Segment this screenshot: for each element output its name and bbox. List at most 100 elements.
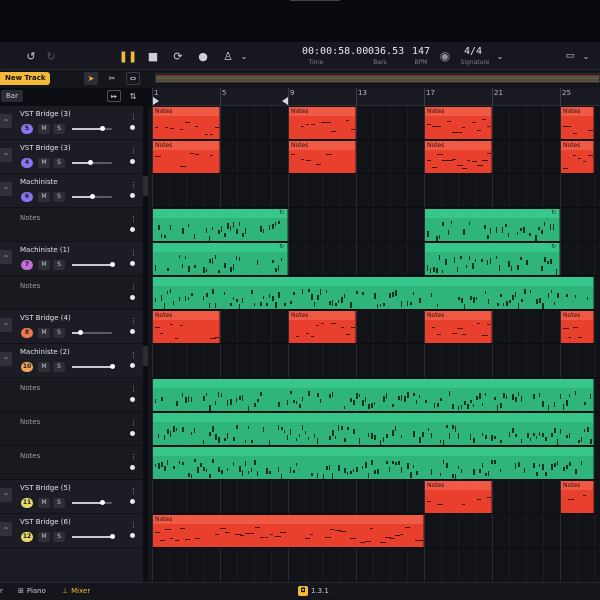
clip-header[interactable] xyxy=(153,413,593,422)
track-sub-header[interactable]: Notes ⋮ xyxy=(0,378,143,412)
track-header[interactable]: ~ VST Bridge (6) 12 M S ⋮ xyxy=(0,514,143,548)
track-sub-header[interactable]: Notes ⋮ xyxy=(0,446,143,480)
clip-red[interactable]: Notes xyxy=(289,311,356,343)
mute-button[interactable]: M xyxy=(38,192,50,202)
track-name[interactable]: VST Bridge (3) xyxy=(20,110,71,118)
track-lane[interactable] xyxy=(152,480,600,514)
bpm-display[interactable]: 147 xyxy=(408,46,434,57)
solo-button[interactable]: S xyxy=(53,532,65,542)
clip-red[interactable]: Notes xyxy=(425,107,492,139)
track-menu-icon[interactable]: ⋮ xyxy=(130,487,137,495)
solo-button[interactable]: S xyxy=(53,158,65,168)
clip-red[interactable]: Notes xyxy=(425,311,492,343)
track-menu-icon[interactable]: ⋮ xyxy=(130,419,137,427)
mute-button[interactable]: M xyxy=(38,498,50,508)
volume-slider[interactable] xyxy=(72,160,112,165)
automation-icon[interactable]: ⇅ xyxy=(126,90,140,102)
track-record-arm-icon[interactable] xyxy=(130,431,135,436)
clip-red[interactable]: Notes xyxy=(153,141,220,173)
solo-button[interactable]: S xyxy=(53,328,65,338)
status-item-mixer[interactable]: ⊥ Mixer xyxy=(62,587,90,595)
track-lane[interactable] xyxy=(152,344,600,378)
record-icon[interactable]: ● xyxy=(195,47,211,65)
clip-header[interactable] xyxy=(153,243,287,252)
volume-slider-knob[interactable] xyxy=(100,500,105,505)
solo-button[interactable]: S xyxy=(53,362,65,372)
track-menu-icon[interactable]: ⋮ xyxy=(130,453,137,461)
clip-header[interactable] xyxy=(153,209,287,218)
track-record-arm-icon[interactable] xyxy=(130,227,135,232)
clip-red[interactable]: Notes xyxy=(561,481,594,513)
track-header[interactable]: ~ VST Bridge (3) 5 M S ⋮ xyxy=(0,106,143,140)
snap-bar-button[interactable]: Bar xyxy=(1,90,23,102)
clip-red[interactable]: Notes xyxy=(289,107,356,139)
clip-header[interactable] xyxy=(153,277,593,286)
track-record-arm-icon[interactable] xyxy=(130,193,135,198)
loop-icon[interactable]: ⟳ xyxy=(170,47,186,65)
clip-green[interactable]: ↻ xyxy=(153,243,288,275)
volume-slider[interactable] xyxy=(72,364,115,369)
scissors-icon[interactable]: ✂ xyxy=(105,72,119,85)
clip-green[interactable] xyxy=(153,379,594,411)
volume-slider-knob[interactable] xyxy=(90,194,95,199)
arrangement-lanes[interactable]: Notes Notes Notes Notes Notes Notes Notes Notes… xyxy=(152,106,600,582)
volume-slider-knob[interactable] xyxy=(110,262,115,267)
clip-header[interactable] xyxy=(153,447,593,456)
track-record-arm-icon[interactable] xyxy=(130,533,135,538)
mute-button[interactable]: M xyxy=(38,532,50,542)
stretch-icon[interactable]: ⇔ xyxy=(126,72,140,85)
clip-green[interactable]: ↻ xyxy=(153,209,288,241)
track-menu-icon[interactable]: ⋮ xyxy=(130,249,137,257)
time-display[interactable]: 00:00:58.00 xyxy=(302,46,368,57)
track-record-arm-icon[interactable] xyxy=(130,465,135,470)
track-menu-icon[interactable]: ⋮ xyxy=(130,317,137,325)
chevron-down-icon[interactable]: ⌄ xyxy=(238,47,250,65)
clip-green[interactable] xyxy=(153,447,594,479)
clip-red[interactable]: Notes xyxy=(561,311,594,343)
track-record-arm-icon[interactable] xyxy=(130,159,135,164)
track-menu-icon[interactable]: ⋮ xyxy=(130,181,137,189)
track-lane[interactable] xyxy=(152,174,600,208)
stop-icon[interactable]: ■ xyxy=(145,47,161,65)
follow-icon[interactable]: ▸▸ xyxy=(107,90,121,102)
new-track-button[interactable]: New Track xyxy=(0,72,50,85)
solo-button[interactable]: S xyxy=(53,192,65,202)
track-name[interactable]: VST Bridge (6) xyxy=(20,518,71,526)
clip-red[interactable]: Notes xyxy=(153,515,424,547)
clip-red[interactable]: Notes xyxy=(289,141,356,173)
track-menu-icon[interactable]: ⋮ xyxy=(130,113,137,121)
track-record-arm-icon[interactable] xyxy=(130,499,135,504)
volume-slider-knob[interactable] xyxy=(88,160,93,165)
track-record-arm-icon[interactable] xyxy=(130,397,135,402)
clip-green[interactable]: ↻ xyxy=(425,209,560,241)
solo-button[interactable]: S xyxy=(53,124,65,134)
chevron-down-icon[interactable]: ⌄ xyxy=(580,47,592,65)
track-menu-icon[interactable]: ⋮ xyxy=(130,521,137,529)
clip-red[interactable]: Notes xyxy=(153,107,220,139)
track-header[interactable]: ~ VST Bridge (5) 11 M S ⋮ xyxy=(0,480,143,514)
volume-slider-knob[interactable] xyxy=(110,534,115,539)
track-name[interactable]: Machiniste (2) xyxy=(20,348,70,356)
clip-header[interactable] xyxy=(153,379,593,388)
loop-start-marker[interactable] xyxy=(153,97,159,105)
chevron-down-icon[interactable]: ⌄ xyxy=(494,47,506,65)
mute-button[interactable]: M xyxy=(38,328,50,338)
clip-red[interactable]: Notes xyxy=(153,311,220,343)
clip-red[interactable]: Notes xyxy=(561,141,594,173)
track-sub-header[interactable]: Notes ⋮ xyxy=(0,276,143,310)
timeline-ruler[interactable]: 1 5 9 13 17 21 25 xyxy=(152,88,600,106)
track-header[interactable]: ~ Machiniste 6 M S ⋮ xyxy=(0,174,143,208)
volume-slider-knob[interactable] xyxy=(110,364,115,369)
clip-green[interactable] xyxy=(153,277,594,309)
clip-green[interactable]: ↻ xyxy=(425,243,560,275)
clip-header[interactable] xyxy=(425,209,559,218)
track-name[interactable]: Machiniste xyxy=(20,178,58,186)
track-record-arm-icon[interactable] xyxy=(130,329,135,334)
pause-icon[interactable]: ❚❚ xyxy=(119,47,137,65)
mute-button[interactable]: M xyxy=(38,124,50,134)
track-record-arm-icon[interactable] xyxy=(130,363,135,368)
volume-slider[interactable] xyxy=(72,330,112,335)
track-menu-icon[interactable]: ⋮ xyxy=(130,283,137,291)
track-name[interactable]: Machiniste (1) xyxy=(20,246,70,254)
track-menu-icon[interactable]: ⋮ xyxy=(130,147,137,155)
